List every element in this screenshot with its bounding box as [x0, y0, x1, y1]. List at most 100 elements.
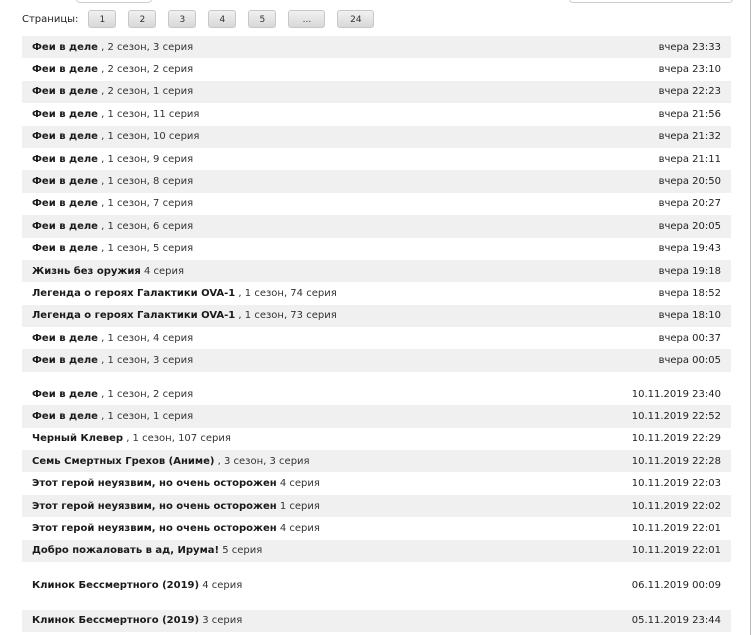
episode-row[interactable]: Феи в деле , 1 сезон, 9 серия вчера 21:11 — [22, 148, 731, 170]
page-button-2[interactable]: 2 — [128, 10, 157, 28]
episode-row[interactable]: Феи в деле , 1 сезон, 1 серия 10.11.2019 … — [22, 405, 731, 428]
episode-row[interactable]: Феи в деле , 1 сезон, 8 серия вчера 20:50 — [22, 170, 731, 193]
episode-title-link[interactable]: Этот герой неуязвим, но очень осторожен — [32, 501, 277, 512]
episode-title-link[interactable]: Легенда о героях Галактики OVA-1 — [32, 310, 235, 321]
episode-timestamp: 10.11.2019 22:29 — [631, 433, 721, 445]
episode-title-link[interactable]: Феи в деле — [32, 131, 98, 142]
episode-details: , 1 сезон, 107 серия — [123, 433, 231, 445]
group-gap — [22, 562, 731, 575]
episode-title-link[interactable]: Феи в деле — [32, 64, 98, 75]
episode-details: , 1 сезон, 5 серия — [97, 243, 194, 255]
episode-row[interactable]: Феи в деле , 2 сезон, 3 серия вчера 23:33 — [22, 36, 731, 59]
episode-details: , 1 сезон, 9 серия — [97, 153, 194, 165]
episode-row[interactable]: Феи в деле , 2 сезон, 2 серия вчера 23:10 — [22, 58, 731, 80]
episode-title-link[interactable]: Этот герой неуязвим, но очень осторожен — [32, 478, 277, 489]
episode-info: Феи в деле , 1 сезон, 9 серия — [32, 154, 193, 165]
episode-info: Клинок Бессмертного (2019) 3 серия — [32, 615, 242, 626]
top-input-box-right[interactable] — [569, 0, 733, 3]
episode-timestamp: 10.11.2019 23:40 — [631, 388, 721, 400]
page-button-1[interactable]: 1 — [88, 10, 117, 28]
episode-list: Феи в деле , 2 сезон, 3 серия вчера 23:33… — [22, 36, 731, 632]
episode-title-link[interactable]: Семь Смертных Грехов (Аниме) — [32, 456, 214, 467]
group-gap — [22, 597, 731, 610]
episode-timestamp: вчера 21:11 — [658, 153, 721, 165]
episode-details: , 2 сезон, 3 серия — [97, 41, 194, 53]
episode-title-link[interactable]: Феи в деле — [32, 333, 98, 344]
episode-info: Феи в деле , 1 сезон, 3 серия — [32, 355, 193, 366]
episode-row[interactable]: Этот герой неуязвим, но очень осторожен … — [22, 472, 731, 494]
episode-title-link[interactable]: Феи в деле — [32, 355, 98, 366]
episode-title-link[interactable]: Феи в деле — [32, 198, 98, 209]
episode-timestamp: 10.11.2019 22:28 — [631, 455, 721, 467]
episode-timestamp: вчера 23:33 — [658, 41, 721, 53]
episode-timestamp: 10.11.2019 22:03 — [631, 478, 721, 490]
episode-info: Жизнь без оружия 4 серия — [32, 266, 184, 277]
page-button-5[interactable]: 5 — [248, 10, 277, 28]
page-button-ellipsis[interactable]: ... — [288, 10, 326, 28]
episode-title-link[interactable]: Черный Клевер — [32, 433, 123, 444]
episode-row[interactable]: Клинок Бессмертного (2019) 4 серия 06.11.… — [22, 575, 731, 597]
episode-row[interactable]: Феи в деле , 1 сезон, 6 серия вчера 20:05 — [22, 215, 731, 238]
episode-title-link[interactable]: Феи в деле — [32, 221, 98, 232]
episode-info: Легенда о героях Галактики OVA-1 , 1 сез… — [32, 288, 337, 299]
episode-timestamp: 10.11.2019 22:01 — [631, 522, 721, 534]
episode-row[interactable]: Феи в деле , 1 сезон, 4 серия вчера 00:37 — [22, 327, 731, 349]
episode-row[interactable]: Феи в деле , 1 сезон, 3 серия вчера 00:05 — [22, 349, 731, 372]
episode-info: Феи в деле , 1 сезон, 11 серия — [32, 109, 199, 120]
episode-title-link[interactable]: Клинок Бессмертного (2019) — [32, 615, 199, 626]
episode-details: , 1 сезон, 11 серия — [97, 108, 200, 120]
episode-info: Феи в деле , 1 сезон, 10 серия — [32, 131, 199, 142]
episode-info: Феи в деле , 1 сезон, 6 серия — [32, 221, 193, 232]
top-input-box[interactable] — [76, 0, 152, 3]
episode-title-link[interactable]: Жизнь без оружия — [32, 266, 141, 277]
episode-row[interactable]: Этот герой неуязвим, но очень осторожен … — [22, 494, 731, 518]
episode-row[interactable]: Феи в деле , 1 сезон, 2 серия 10.11.2019 … — [22, 383, 731, 405]
episode-title-link[interactable]: Феи в деле — [32, 154, 98, 165]
episode-timestamp: 05.11.2019 23:44 — [631, 615, 721, 627]
group-gap — [22, 372, 731, 383]
episode-title-link[interactable]: Легенда о героях Галактики OVA-1 — [32, 288, 235, 299]
episode-info: Феи в деле , 2 сезон, 2 серия — [32, 64, 193, 75]
episode-row[interactable]: Феи в деле , 1 сезон, 7 серия вчера 20:27 — [22, 193, 731, 215]
episode-timestamp: вчера 19:18 — [658, 265, 721, 277]
episode-details: , 1 сезон, 7 серия — [97, 198, 194, 210]
episode-title-link[interactable]: Клинок Бессмертного (2019) — [32, 580, 199, 591]
episode-timestamp: вчера 22:23 — [658, 86, 721, 98]
episode-row[interactable]: Феи в деле , 1 сезон, 10 серия вчера 21:3… — [22, 125, 731, 148]
episode-title-link[interactable]: Феи в деле — [32, 411, 98, 422]
episode-info: Этот герой неуязвим, но очень осторожен … — [32, 501, 320, 512]
page-button-3[interactable]: 3 — [168, 10, 197, 28]
episode-title-link[interactable]: Феи в деле — [32, 176, 98, 187]
episode-row[interactable]: Этот герой неуязвим, но очень осторожен … — [22, 517, 731, 539]
episode-details: 4 серия — [140, 265, 184, 277]
page-button-4[interactable]: 4 — [208, 10, 237, 28]
episode-row[interactable]: Феи в деле , 1 сезон, 11 серия вчера 21:5… — [22, 103, 731, 125]
episode-row[interactable]: Семь Смертных Грехов (Аниме) , 3 сезон, … — [22, 450, 731, 473]
episode-details: 4 серия — [199, 580, 243, 592]
page-button-last[interactable]: 24 — [337, 10, 375, 28]
episode-row[interactable]: Жизнь без оружия 4 серия вчера 19:18 — [22, 259, 731, 283]
episode-info: Клинок Бессмертного (2019) 4 серия — [32, 580, 242, 591]
episode-info: Добро пожаловать в ад, Ирума! 5 серия — [32, 545, 262, 556]
episode-timestamp: вчера 21:56 — [658, 108, 721, 120]
episode-title-link[interactable]: Феи в деле — [32, 109, 98, 120]
pagination-label: Страницы: — [22, 13, 79, 25]
episode-title-link[interactable]: Феи в деле — [32, 86, 98, 97]
episode-title-link[interactable]: Феи в деле — [32, 389, 98, 400]
episode-title-link[interactable]: Добро пожаловать в ад, Ирума! — [32, 545, 219, 556]
episode-title-link[interactable]: Этот герой неуязвим, но очень осторожен — [32, 523, 277, 534]
episode-row[interactable]: Легенда о героях Галактики OVA-1 , 1 сез… — [22, 282, 731, 304]
right-border — [750, 0, 751, 635]
episode-row[interactable]: Добро пожаловать в ад, Ирума! 5 серия 10.… — [22, 539, 731, 562]
episode-row[interactable]: Феи в деле , 1 сезон, 5 серия вчера 19:43 — [22, 238, 731, 260]
episode-row[interactable]: Феи в деле , 2 сезон, 1 серия вчера 22:23 — [22, 80, 731, 104]
episode-row[interactable]: Черный Клевер , 1 сезон, 107 серия 10.11.… — [22, 428, 731, 450]
episode-info: Феи в деле , 2 сезон, 3 серия — [32, 42, 193, 53]
episode-info: Феи в деле , 1 сезон, 8 серия — [32, 176, 193, 187]
episode-info: Феи в деле , 1 сезон, 7 серия — [32, 198, 193, 209]
episode-row[interactable]: Клинок Бессмертного (2019) 3 серия 05.11.… — [22, 609, 731, 632]
episode-title-link[interactable]: Феи в деле — [32, 243, 98, 254]
episode-details: , 3 сезон, 3 серия — [214, 455, 310, 467]
episode-title-link[interactable]: Феи в деле — [32, 42, 98, 53]
episode-row[interactable]: Легенда о героях Галактики OVA-1 , 1 сез… — [22, 304, 731, 328]
